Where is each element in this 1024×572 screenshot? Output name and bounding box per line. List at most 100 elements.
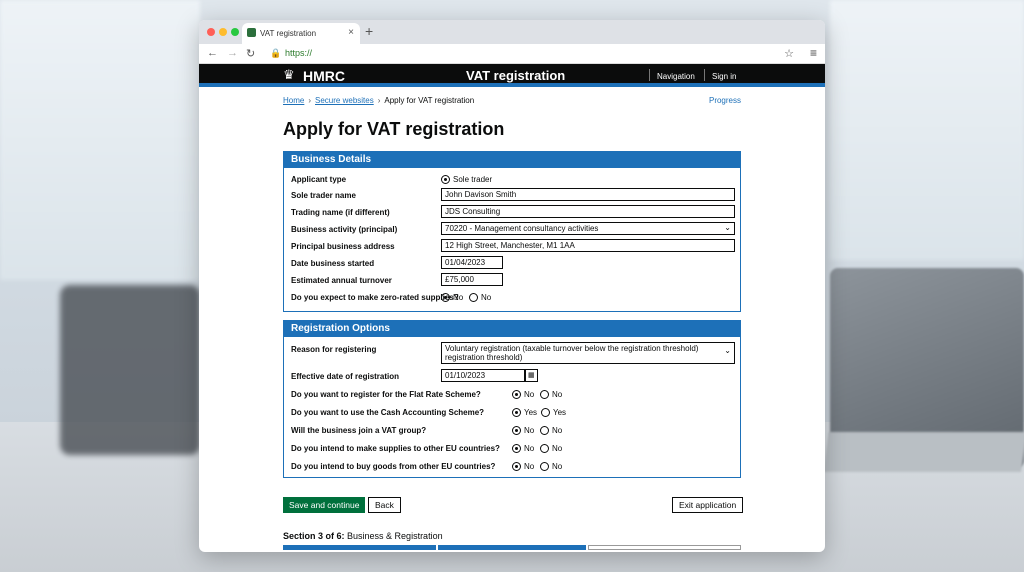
radio-unselected-icon bbox=[540, 426, 549, 435]
zero-rated-radio-2[interactable]: No bbox=[469, 293, 491, 302]
new-tab-icon[interactable]: + bbox=[365, 23, 373, 39]
progress-link[interactable]: Progress bbox=[709, 96, 741, 105]
radio-label: No bbox=[524, 390, 535, 399]
radio-selected-icon bbox=[512, 444, 521, 453]
radio-unselected-icon bbox=[469, 293, 478, 302]
cash-accounting-radio-1[interactable]: Yes bbox=[512, 408, 537, 417]
chevron-right-icon: › bbox=[308, 96, 312, 105]
date-started-label: Date business started bbox=[291, 259, 375, 268]
star-icon[interactable]: ☆ bbox=[784, 47, 794, 60]
eu-supplies-label: Do you intend to make supplies to other … bbox=[291, 444, 500, 453]
breadcrumb-current: Apply for VAT registration bbox=[384, 96, 475, 105]
radio-selected-icon bbox=[512, 462, 521, 471]
trading-name-field[interactable]: JDS Consulting bbox=[441, 205, 735, 218]
background-chair bbox=[60, 285, 200, 455]
header-divider bbox=[649, 69, 650, 81]
radio-label: No bbox=[552, 462, 563, 471]
save-and-continue-button[interactable]: Save and continue bbox=[283, 497, 366, 513]
radio-label: No bbox=[552, 444, 563, 453]
sign-in-link[interactable]: Sign in bbox=[712, 72, 736, 81]
section-number: Section 3 of 6: bbox=[283, 531, 345, 541]
business-activity-select[interactable]: 70220 - Management consultancy activitie… bbox=[441, 222, 735, 235]
turnover-label: Estimated annual turnover bbox=[291, 276, 392, 285]
business-activity-label: Business activity (principal) bbox=[291, 225, 398, 234]
select-value-line2: registration threshold) bbox=[445, 353, 523, 362]
reason-select[interactable]: Voluntary registration (taxable turnover… bbox=[441, 342, 735, 364]
vat-group-radio-1[interactable]: No bbox=[512, 426, 534, 435]
radio-label: No bbox=[524, 426, 535, 435]
radio-selected-icon bbox=[512, 408, 521, 417]
radio-label: No bbox=[524, 462, 535, 471]
eu-goods-radio-2[interactable]: No bbox=[540, 462, 562, 471]
progress-step-3 bbox=[588, 545, 741, 550]
effective-date-field[interactable]: 01/10/2023 bbox=[441, 369, 525, 382]
radio-unselected-icon bbox=[541, 408, 550, 417]
brand-logo[interactable]: HMRC bbox=[303, 68, 345, 84]
radio-selected-icon bbox=[441, 175, 450, 184]
chevron-right-icon: › bbox=[377, 96, 381, 105]
radio-label: Yes bbox=[524, 408, 538, 417]
radio-label: No bbox=[524, 444, 535, 453]
applicant-type-label: Applicant type bbox=[291, 175, 347, 184]
eu-goods-radio-1[interactable]: No bbox=[512, 462, 534, 471]
maximize-window-dot[interactable] bbox=[231, 28, 239, 36]
header-divider bbox=[704, 69, 705, 81]
minimize-window-dot[interactable] bbox=[219, 28, 227, 36]
site-header: ♛ HMRC VAT registration Navigation Sign … bbox=[199, 64, 825, 87]
service-name: VAT registration bbox=[466, 68, 566, 83]
sole-trader-name-field[interactable]: John Davison Smith bbox=[441, 188, 735, 201]
calendar-icon[interactable]: ▦ bbox=[525, 369, 538, 382]
vat-group-label: Will the business join a VAT group? bbox=[291, 426, 427, 435]
background-window-right bbox=[830, 0, 1024, 260]
back-button[interactable]: Back bbox=[368, 497, 401, 513]
background-keyboard bbox=[823, 432, 1024, 472]
breadcrumb-secure-websites[interactable]: Secure websites bbox=[315, 96, 374, 105]
breadcrumb: Home › Secure websites › Apply for VAT regis… bbox=[283, 96, 474, 105]
section-indicator: Section 3 of 6: Business & Registration bbox=[283, 531, 443, 541]
page-title: Apply for VAT registration bbox=[283, 119, 505, 139]
radio-unselected-icon bbox=[540, 390, 549, 399]
reason-label: Reason for registering bbox=[291, 345, 377, 354]
cash-accounting-label: Do you want to use the Cash Accounting S… bbox=[291, 408, 485, 417]
turnover-field[interactable]: £75,000 bbox=[441, 273, 503, 286]
radio-label: No bbox=[453, 293, 464, 302]
panel-title: Registration Options bbox=[284, 321, 740, 337]
crown-icon: ♛ bbox=[283, 67, 295, 82]
select-value: Voluntary registration (taxable turnover… bbox=[445, 344, 699, 353]
back-icon[interactable]: ← bbox=[207, 47, 218, 59]
applicant-type-sole-trader-radio[interactable]: Sole trader bbox=[441, 175, 492, 184]
forward-icon[interactable]: → bbox=[227, 47, 238, 59]
browser-window: VAT registration × + ← → ↻ 🔒 https:// ☆ … bbox=[199, 20, 825, 552]
browser-tab[interactable]: VAT registration × bbox=[242, 23, 360, 44]
navigation-link[interactable]: Navigation bbox=[657, 72, 695, 81]
registration-options-panel: Registration Options Reason for register… bbox=[283, 320, 741, 478]
progress-step-1 bbox=[283, 545, 436, 550]
exit-application-button[interactable]: Exit application bbox=[672, 497, 744, 513]
tab-title: VAT registration bbox=[260, 29, 317, 38]
date-started-field[interactable]: 01/04/2023 bbox=[441, 256, 503, 269]
radio-selected-icon bbox=[512, 426, 521, 435]
radio-label: No bbox=[552, 426, 563, 435]
eu-supplies-radio-1[interactable]: No bbox=[512, 444, 534, 453]
menu-icon[interactable]: ≡ bbox=[810, 46, 817, 60]
radio-selected-icon bbox=[441, 293, 450, 302]
url-field[interactable]: https:// bbox=[285, 48, 312, 58]
business-details-panel: Business Details Applicant type Sole tra… bbox=[283, 151, 741, 312]
chevron-down-icon: ⌄ bbox=[724, 223, 731, 232]
breadcrumb-home[interactable]: Home bbox=[283, 96, 304, 105]
address-bar: ← → ↻ 🔒 https:// ☆ ≡ bbox=[199, 44, 825, 64]
flat-rate-radio-1[interactable]: No bbox=[512, 390, 534, 399]
favicon-icon bbox=[247, 28, 256, 37]
vat-group-radio-2[interactable]: No bbox=[540, 426, 562, 435]
address-field[interactable]: 12 High Street, Manchester, M1 1AA bbox=[441, 239, 735, 252]
radio-unselected-icon bbox=[540, 444, 549, 453]
cash-accounting-radio-2[interactable]: Yes bbox=[541, 408, 566, 417]
flat-rate-label: Do you want to register for the Flat Rat… bbox=[291, 390, 481, 399]
reload-icon[interactable]: ↻ bbox=[246, 47, 255, 60]
flat-rate-radio-2[interactable]: No bbox=[540, 390, 562, 399]
zero-rated-radio-1[interactable]: No bbox=[441, 293, 463, 302]
eu-supplies-radio-2[interactable]: No bbox=[540, 444, 562, 453]
radio-selected-icon bbox=[512, 390, 521, 399]
tab-close-icon[interactable]: × bbox=[348, 27, 354, 38]
close-window-dot[interactable] bbox=[207, 28, 215, 36]
